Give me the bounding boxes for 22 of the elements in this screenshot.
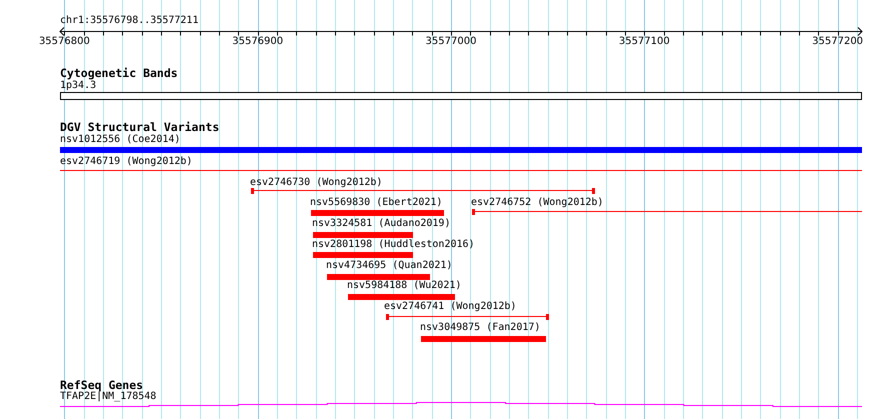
tick-label: 35576900	[232, 36, 284, 48]
variant-label: nsv2801198 (Huddleston2016)	[312, 239, 475, 251]
variant-label: esv2746730 (Wong2012b)	[250, 177, 382, 189]
track-title: RefSeq Genes	[60, 379, 144, 392]
track-title: Cytogenetic Bands	[60, 67, 178, 80]
track-title: DGV Structural Variants	[60, 121, 220, 134]
variant-label: esv2746752 (Wong2012b)	[471, 197, 604, 209]
tick-label: 35577000	[426, 36, 476, 48]
variant-label: nsv3049875 (Fan2017)	[420, 322, 540, 334]
tick-label: 35577200	[812, 36, 864, 48]
band-label: 1p34.3	[60, 80, 96, 92]
variant-label: nsv1012556 (Coe2014)	[60, 134, 180, 146]
variant-label: esv2746719 (Wong2012b)	[60, 156, 192, 168]
location-label: chr1:35576798..35577211	[60, 15, 198, 27]
variant-label: nsv5984188 (Wu2021)	[347, 280, 462, 292]
variant-label: esv2746741 (Wong2012b)	[384, 301, 516, 313]
tick-label: 35577100	[618, 36, 670, 48]
variant-label: nsv4734695 (Quan2021)	[326, 260, 452, 272]
gene-label: TFAP2E|NM_178548	[60, 391, 156, 403]
tick-label: 35576800	[38, 36, 90, 48]
variant-label: nsv5569830 (Ebert2021)	[310, 197, 442, 209]
variant-label: nsv3324581 (Audano2019)	[312, 218, 450, 230]
